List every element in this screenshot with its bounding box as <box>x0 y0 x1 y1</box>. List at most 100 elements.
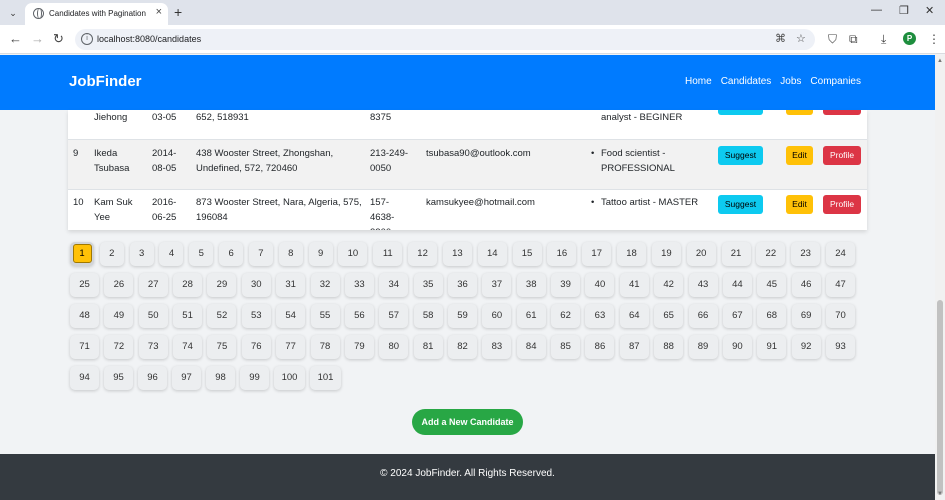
page-button[interactable]: 36 <box>448 273 477 297</box>
page-button[interactable]: 41 <box>619 273 649 297</box>
page-button[interactable]: 33 <box>344 273 374 297</box>
page-button[interactable]: 78 <box>310 335 340 359</box>
page-button[interactable]: 20 <box>686 242 716 266</box>
page-button[interactable]: 83 <box>482 335 512 359</box>
close-tab-icon[interactable]: × <box>156 6 162 18</box>
page-button[interactable]: 46 <box>791 273 821 297</box>
page-button[interactable]: 48 <box>70 304 99 328</box>
page-button-current[interactable]: 1 <box>70 242 94 266</box>
page-button[interactable]: 90 <box>722 335 752 359</box>
page-button[interactable]: 80 <box>379 335 409 359</box>
page-button[interactable]: 53 <box>241 304 271 328</box>
page-button[interactable]: 69 <box>791 304 821 328</box>
page-button[interactable]: 23 <box>791 242 821 266</box>
tab-search-icon[interactable]: ⌄ <box>5 5 21 21</box>
page-button[interactable]: 58 <box>413 304 443 328</box>
page-button[interactable]: 35 <box>413 273 443 297</box>
page-button[interactable]: 24 <box>826 242 855 266</box>
page-button[interactable]: 72 <box>104 335 134 359</box>
forward-icon[interactable]: → <box>31 31 44 46</box>
page-button[interactable]: 3 <box>129 242 154 266</box>
back-icon[interactable]: ← <box>9 31 22 46</box>
page-button[interactable]: 76 <box>241 335 271 359</box>
new-tab-icon[interactable]: + <box>174 4 182 20</box>
page-button[interactable]: 97 <box>172 366 201 390</box>
page-button[interactable]: 21 <box>721 242 751 266</box>
page-button[interactable]: 10 <box>338 242 368 266</box>
address-bar[interactable]: i localhost:8080/candidates ⌘ ☆ <box>75 29 815 50</box>
page-button[interactable]: 7 <box>248 242 273 266</box>
page-button[interactable]: 100 <box>274 366 305 390</box>
site-info-icon[interactable]: i <box>81 33 93 45</box>
page-button[interactable]: 74 <box>173 335 203 359</box>
page-button[interactable]: 31 <box>276 273 306 297</box>
page-button[interactable]: 34 <box>379 273 409 297</box>
page-button[interactable]: 99 <box>240 366 269 390</box>
download-icon[interactable]: ⤓ <box>881 32 886 47</box>
page-button[interactable]: 4 <box>159 242 184 266</box>
page-button[interactable]: 6 <box>219 242 244 266</box>
page-button[interactable]: 77 <box>276 335 306 359</box>
page-button[interactable]: 89 <box>688 335 718 359</box>
page-button[interactable]: 37 <box>482 273 512 297</box>
profile-button[interactable]: Profile <box>823 146 861 165</box>
page-button[interactable]: 51 <box>173 304 203 328</box>
page-button[interactable]: 12 <box>408 242 438 266</box>
nav-candidates[interactable]: Candidates <box>721 76 772 87</box>
page-button[interactable]: 86 <box>585 335 615 359</box>
page-button[interactable]: 67 <box>722 304 752 328</box>
page-button[interactable]: 70 <box>826 304 855 328</box>
page-button[interactable]: 44 <box>722 273 752 297</box>
page-button[interactable]: 49 <box>104 304 134 328</box>
page-button[interactable]: 55 <box>310 304 340 328</box>
nav-companies[interactable]: Companies <box>810 76 861 87</box>
suggest-button[interactable]: Suggest <box>718 110 763 115</box>
page-button[interactable]: 95 <box>104 366 133 390</box>
scrollbar-thumb[interactable] <box>937 300 943 495</box>
scroll-down-icon[interactable]: ▼ <box>937 491 943 497</box>
scroll-up-icon[interactable]: ▲ <box>937 58 943 64</box>
add-candidate-button[interactable]: Add a New Candidate <box>412 409 523 435</box>
page-button[interactable]: 8 <box>278 242 303 266</box>
page-button[interactable]: 68 <box>757 304 787 328</box>
page-button[interactable]: 30 <box>241 273 271 297</box>
page-button[interactable]: 92 <box>791 335 821 359</box>
edit-button[interactable]: Edit <box>786 146 813 165</box>
page-button[interactable]: 25 <box>70 273 99 297</box>
page-button[interactable]: 81 <box>413 335 443 359</box>
page-button[interactable]: 91 <box>757 335 787 359</box>
nav-home[interactable]: Home <box>685 76 712 87</box>
extensions-icon[interactable]: ⧉ <box>849 32 858 47</box>
suggest-button[interactable]: Suggest <box>718 195 763 214</box>
page-button[interactable]: 73 <box>138 335 168 359</box>
page-button[interactable]: 56 <box>344 304 374 328</box>
page-button[interactable]: 66 <box>688 304 718 328</box>
shield-icon[interactable]: ⛉ <box>828 32 837 47</box>
page-button[interactable]: 63 <box>585 304 615 328</box>
page-button[interactable]: 79 <box>344 335 374 359</box>
edit-button[interactable]: Edit <box>786 110 813 115</box>
page-button[interactable]: 50 <box>138 304 168 328</box>
page-button[interactable]: 65 <box>654 304 684 328</box>
page-button[interactable]: 38 <box>516 273 546 297</box>
page-button[interactable]: 82 <box>448 335 477 359</box>
bookmark-star-icon[interactable]: ☆ <box>796 32 806 45</box>
page-button[interactable]: 13 <box>442 242 472 266</box>
page-button[interactable]: 59 <box>448 304 477 328</box>
page-button[interactable]: 19 <box>651 242 681 266</box>
page-button[interactable]: 40 <box>585 273 615 297</box>
page-button[interactable]: 42 <box>654 273 684 297</box>
profile-avatar[interactable]: P <box>903 32 916 45</box>
page-button[interactable]: 94 <box>70 366 99 390</box>
page-button[interactable]: 88 <box>654 335 684 359</box>
browser-tab[interactable]: Candidates with Pagination × <box>25 3 168 25</box>
window-close-icon[interactable]: ✕ <box>925 4 934 17</box>
page-button[interactable]: 15 <box>512 242 542 266</box>
page-button[interactable]: 71 <box>70 335 99 359</box>
page-button[interactable]: 16 <box>547 242 577 266</box>
page-button[interactable]: 84 <box>516 335 546 359</box>
reload-icon[interactable]: ↻ <box>53 31 64 47</box>
page-button[interactable]: 18 <box>617 242 647 266</box>
page-scrollbar[interactable]: ▲ ▼ <box>935 55 945 500</box>
page-button[interactable]: 85 <box>551 335 581 359</box>
